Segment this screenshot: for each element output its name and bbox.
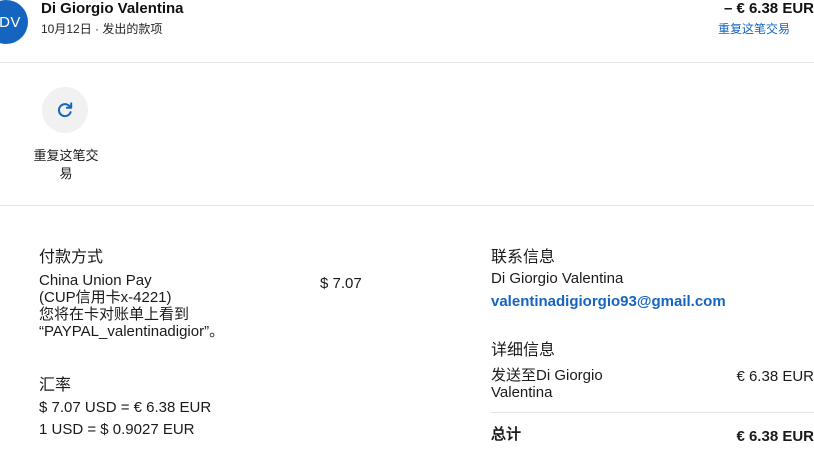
exchange-conversion: $ 7.07 USD = € 6.38 EUR: [39, 399, 212, 416]
divider: [0, 205, 814, 206]
repeat-transaction-link[interactable]: 重复这笔交易: [718, 20, 790, 37]
divider: [0, 62, 814, 63]
total-label: 总计: [491, 426, 522, 443]
transaction-subline: 10月12日 · 发出的款项: [41, 22, 163, 36]
sent-to-name: Valentina: [491, 384, 553, 401]
payment-method-name: China Union Pay: [39, 272, 152, 289]
sent-to-label: 发送至Di Giorgio: [491, 367, 603, 384]
payment-method-title: 付款方式: [39, 249, 104, 266]
transaction-amount: – € 6.38 EUR: [723, 0, 814, 17]
repeat-transaction-button[interactable]: [42, 87, 88, 133]
contact-name: Di Giorgio Valentina: [491, 270, 624, 287]
refresh-icon: [57, 102, 73, 118]
sent-amount: € 6.38 EUR: [736, 368, 814, 385]
exchange-rate-title: 汇率: [39, 377, 72, 394]
repeat-transaction-label: 重复这笔交易: [33, 148, 99, 181]
contact-email-link[interactable]: valentinadigiorgio93@gmail.com: [491, 293, 726, 310]
details-title: 详细信息: [491, 342, 556, 359]
divider: [491, 412, 814, 413]
avatar: DV: [0, 0, 28, 44]
payment-amount: $ 7.07: [320, 275, 362, 292]
total-amount: € 6.38 EUR: [736, 428, 814, 445]
contact-info-title: 联系信息: [491, 249, 556, 266]
exchange-rate-value: 1 USD = $ 0.9027 EUR: [39, 421, 195, 438]
statement-descriptor: “PAYPAL_valentinadigior”。: [39, 323, 225, 340]
statement-note: 您将在卡对账单上看到: [39, 306, 190, 323]
payee-name: Di Giorgio Valentina: [41, 0, 184, 17]
avatar-initials: DV: [0, 13, 21, 31]
payment-method-card: (CUP信用卡x-4221): [39, 289, 172, 306]
